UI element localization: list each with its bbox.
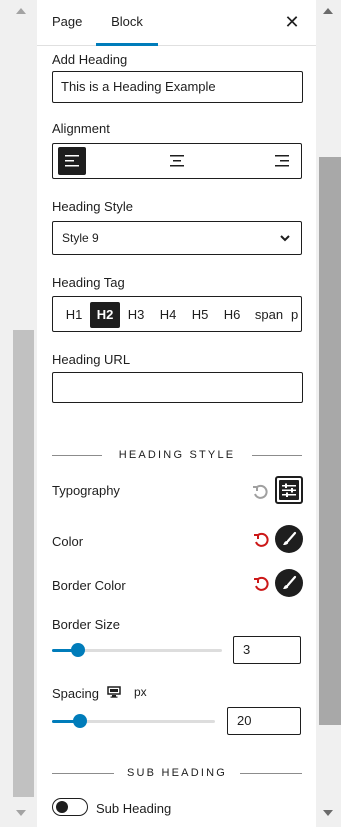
desktop-icon[interactable] — [107, 686, 121, 698]
scroll-down-arrow-icon[interactable] — [323, 810, 333, 816]
typography-settings-button[interactable] — [275, 476, 303, 504]
heading-style-select[interactable]: Style 9 — [52, 221, 302, 255]
block-settings-panel: Page Block ✕ Add Heading This is a Headi… — [37, 0, 316, 827]
typography-reset-icon[interactable] — [252, 484, 268, 500]
brush-icon — [283, 575, 297, 589]
tab-block[interactable]: Block — [96, 0, 158, 46]
scroll-up-arrow-icon[interactable] — [323, 8, 333, 14]
heading-url-label: Heading URL — [52, 352, 131, 367]
tag-h3-button[interactable]: H3 — [121, 302, 151, 328]
add-heading-input[interactable]: This is a Heading Example — [52, 71, 303, 103]
tag-h1-button[interactable]: H1 — [59, 302, 89, 328]
close-button[interactable]: ✕ — [280, 10, 304, 34]
sub-heading-toggle-label: Sub Heading — [96, 801, 172, 816]
tag-span-button[interactable]: span — [251, 302, 287, 328]
border-color-reset-icon[interactable] — [253, 576, 269, 592]
alignment-label: Alignment — [52, 121, 110, 136]
color-picker-button[interactable] — [275, 525, 303, 553]
spacing-unit[interactable]: px — [134, 685, 147, 699]
align-center-icon — [170, 155, 184, 167]
border-size-label: Border Size — [52, 617, 120, 632]
heading-style-label: Heading Style — [52, 199, 133, 214]
tag-p-button[interactable]: p — [291, 302, 301, 328]
align-right-button[interactable] — [268, 147, 296, 175]
scrollbar-thumb[interactable] — [13, 330, 34, 797]
scroll-up-arrow-icon[interactable] — [16, 8, 26, 14]
tab-page[interactable]: Page — [52, 0, 82, 46]
brush-icon — [283, 531, 297, 545]
right-scrollbar[interactable] — [316, 0, 341, 827]
sliders-icon — [279, 480, 299, 500]
heading-tag-toolbar: H1 H2 H3 H4 H5 H6 span p — [52, 296, 302, 332]
spacing-label: Spacing — [52, 686, 99, 701]
scroll-down-arrow-icon[interactable] — [16, 810, 26, 816]
heading-style-section-header: HEADING STYLE — [52, 447, 302, 463]
divider-line-right — [240, 773, 302, 774]
add-heading-label: Add Heading — [52, 52, 128, 67]
left-scrollbar[interactable] — [0, 0, 36, 827]
heading-style-value: Style 9 — [62, 231, 99, 245]
sidebar-tabs: Page Block ✕ — [37, 0, 316, 46]
spacing-input[interactable]: 20 — [227, 707, 301, 735]
align-left-icon — [65, 155, 79, 167]
align-center-button[interactable] — [163, 147, 191, 175]
border-color-label: Border Color — [52, 578, 126, 593]
align-right-icon — [275, 155, 289, 167]
toggle-knob — [56, 801, 68, 813]
tag-h4-button[interactable]: H4 — [153, 302, 183, 328]
border-size-input[interactable]: 3 — [233, 636, 301, 664]
border-size-slider-thumb[interactable] — [71, 643, 85, 657]
divider-line-right — [252, 455, 302, 456]
scrollbar-thumb[interactable] — [319, 157, 341, 725]
sub-heading-toggle[interactable] — [52, 798, 88, 816]
border-color-picker-button[interactable] — [275, 569, 303, 597]
tag-h6-button[interactable]: H6 — [217, 302, 247, 328]
sub-heading-section-header: SUB HEADING — [52, 765, 302, 781]
color-reset-icon[interactable] — [253, 532, 269, 548]
border-size-slider[interactable] — [52, 643, 222, 657]
tag-h5-button[interactable]: H5 — [185, 302, 215, 328]
tag-h2-button[interactable]: H2 — [90, 302, 120, 328]
typography-label: Typography — [52, 483, 120, 498]
align-left-button[interactable] — [58, 147, 86, 175]
heading-tag-label: Heading Tag — [52, 275, 125, 290]
spacing-slider[interactable] — [52, 714, 215, 728]
spacing-slider-thumb[interactable] — [73, 714, 87, 728]
heading-url-input[interactable] — [52, 372, 303, 403]
alignment-toolbar — [52, 143, 302, 179]
color-label: Color — [52, 534, 84, 549]
chevron-down-icon — [280, 235, 290, 242]
